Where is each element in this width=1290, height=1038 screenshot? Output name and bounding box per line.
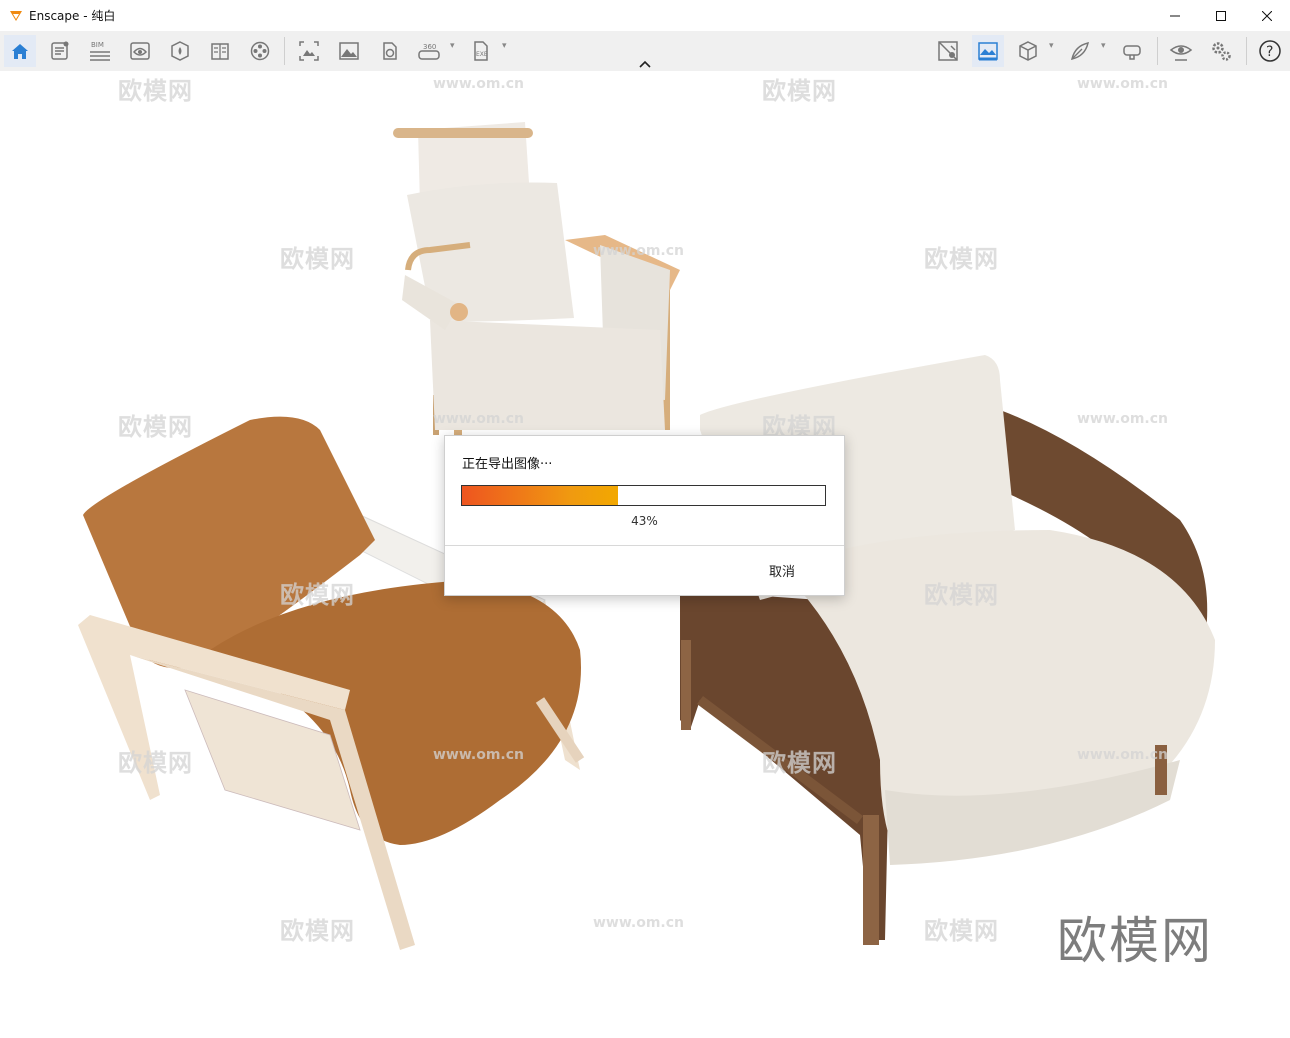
map-icon [938,41,958,61]
panorama-dropdown-icon[interactable]: ▾ [450,41,460,57]
visibility-eye-icon [1169,45,1193,61]
window-title: Enscape - 纯白 [29,9,116,23]
help-icon: ? [1259,40,1281,62]
fabric-armchair [393,122,680,435]
brand-watermark: 欧模网 [1057,912,1213,970]
watermark-cn: 欧模网 [280,581,355,609]
svg-text:360: 360 [423,43,436,51]
collapse-toolbar-icon[interactable] [638,59,652,69]
watermark-url: www.om.cn [593,243,685,259]
view-eye-icon [130,42,150,60]
bim-button[interactable]: BIM [84,35,116,67]
watermark-cn: 欧模网 [762,749,837,777]
visibility-button[interactable] [1165,35,1197,67]
maximize-button[interactable] [1198,0,1244,31]
exe-export-icon: EXE [474,41,488,61]
watermark-url: www.om.cn [433,747,525,763]
asset-icon [171,41,189,61]
cancel-button[interactable]: 取消 [769,561,795,580]
export-progress-dialog: 正在导出图像··· 43% 取消 [444,435,845,596]
panorama-button[interactable]: 360 [413,35,445,67]
watermark-cn: 欧模网 [762,77,837,105]
home-button[interactable] [4,35,36,67]
home-icon [12,44,28,59]
watermark-cn: 欧模网 [924,581,999,609]
export-dropdown-icon[interactable]: ▾ [502,41,512,57]
help-button[interactable]: ? [1254,35,1286,67]
batch-render-button[interactable] [972,35,1004,67]
watermark-cn: 欧模网 [280,245,355,273]
close-button[interactable] [1244,0,1290,31]
toolbar-separator [284,37,285,65]
cube-dropdown-icon[interactable]: ▾ [1049,41,1059,57]
vr-headset-icon [1123,45,1141,60]
feather-dropdown-icon[interactable]: ▾ [1101,41,1111,57]
document-icon [51,41,69,60]
bim-icon: BIM [90,41,110,61]
enscape-logo-icon [10,10,22,21]
settings-button[interactable] [1205,35,1237,67]
document-button[interactable] [44,35,76,67]
book-button[interactable] [204,35,236,67]
export-progress-bar [461,485,826,506]
watermark-cn: 欧模网 [118,413,193,441]
image-icon [339,42,359,60]
close-icon [1262,10,1272,21]
screenshot-button[interactable] [293,35,325,67]
watermark-url: www.om.cn [433,76,525,92]
feather-icon [1070,41,1090,61]
progress-percent: 43% [631,514,658,528]
watermark-cn: 欧模网 [924,245,999,273]
asset-button[interactable] [164,35,196,67]
book-icon [211,43,229,60]
watermark-url: www.om.cn [1077,411,1169,427]
panorama-360-icon: 360 [418,43,440,60]
title-bar: Enscape - 纯白 [0,0,1290,31]
watermark-cn: 欧模网 [280,917,355,945]
svg-text:BIM: BIM [91,41,104,49]
exe-export-button[interactable]: EXE [465,35,497,67]
svg-text:EXE: EXE [476,51,488,58]
window-controls [1152,0,1290,31]
image-button[interactable] [333,35,365,67]
watermark-url: www.om.cn [1077,747,1169,763]
vr-button[interactable] [1116,35,1148,67]
map-button[interactable] [932,35,964,67]
watermark-url: www.om.cn [593,915,685,931]
maximize-icon [1216,10,1226,21]
progress-fill [462,486,619,505]
minimize-icon [1170,15,1180,16]
light-view-icon [383,42,397,60]
watermark-url: www.om.cn [433,411,525,427]
view-button[interactable] [124,35,156,67]
minimize-button[interactable] [1152,0,1198,31]
batch-render-icon [978,42,998,61]
dialog-title: 正在导出图像··· [462,457,553,472]
settings-gears-icon [1212,42,1231,61]
feather-button[interactable] [1064,35,1096,67]
cube-icon [1019,41,1037,61]
video-button[interactable] [244,35,276,67]
screenshot-icon [299,41,319,61]
light-view-button[interactable] [373,35,405,67]
watermark-cn: 欧模网 [118,77,193,105]
dialog-divider [445,545,844,546]
cube-button[interactable] [1012,35,1044,67]
watermark-cn: 欧模网 [924,917,999,945]
watermark-cn: 欧模网 [118,749,193,777]
watermark-url: www.om.cn [1077,76,1169,92]
toolbar-separator [1246,37,1247,65]
svg-text:?: ? [1266,44,1273,60]
toolbar-separator [1157,37,1158,65]
video-reel-icon [250,41,270,61]
